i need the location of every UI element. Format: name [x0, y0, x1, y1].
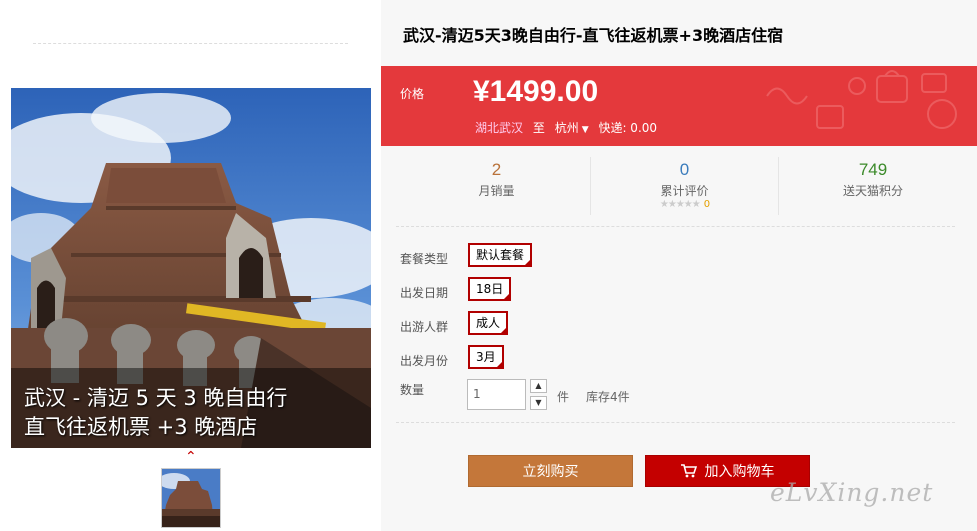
shipping-fee: 快递: 0.00	[598, 121, 658, 135]
price-label: 价格	[400, 87, 425, 101]
group-label: 出游人群	[400, 320, 449, 334]
star-icons: ★★★★★	[659, 199, 701, 210]
product-title: 武汉-清迈5天3晚自由行-直飞往返机票+3晚酒店住宿	[403, 26, 784, 45]
stock-count: 库存4件	[586, 390, 630, 404]
main-product-photo[interactable]: 武汉 - 清迈 5 天 3 晚自由行 直飞往返机票 +3 晚酒店	[11, 88, 371, 448]
chevron-up-icon[interactable]: ⌃	[185, 450, 197, 464]
quantity-decrease-icon[interactable]: ▼	[530, 396, 547, 410]
buy-now-button[interactable]: 立刻购买	[468, 455, 633, 487]
date-label: 出发日期	[400, 286, 449, 300]
package-label: 套餐类型	[400, 252, 449, 266]
points-count: 749	[858, 160, 888, 179]
rating-stars: ★★★★★ 0	[591, 199, 778, 210]
shipping-info: 湖北武汉 至 杭州 ▼ 快递: 0.00	[475, 119, 657, 136]
price-value: ¥1499.00	[473, 75, 599, 108]
divider	[396, 422, 955, 423]
caption-line-2: 直飞往返机票 +3 晚酒店	[24, 415, 258, 439]
price-background-pattern-icon	[766, 70, 957, 129]
quantity-increase-icon[interactable]: ▲	[530, 379, 547, 393]
add-to-cart-label: 加入购物车	[704, 464, 775, 480]
ship-from: 湖北武汉	[475, 121, 524, 135]
date-option-selected[interactable]: 18日	[468, 277, 512, 301]
month-option-selected[interactable]: 3月	[468, 345, 504, 369]
product-gallery: 武汉 - 清迈 5 天 3 晚自由行 直飞往返机票 +3 晚酒店 ⌃	[0, 0, 381, 531]
ship-to-word: 至	[532, 121, 545, 135]
stat-reviews[interactable]: 0 累计评价 ★★★★★ 0	[591, 157, 779, 215]
month-label: 出发月份	[400, 354, 449, 368]
stat-points: 749 送天猫积分	[779, 157, 967, 215]
quantity-input[interactable]: 1	[467, 379, 526, 410]
watermark-text: eLvXing.net	[770, 478, 934, 507]
price-box: 价格 ¥1499.00 湖北武汉 至 杭州 ▼ 快递: 0.00	[381, 66, 977, 146]
group-option-selected[interactable]: 成人	[468, 311, 509, 335]
quantity-unit: 件	[557, 390, 570, 404]
destination-city-select[interactable]: 杭州 ▼	[555, 119, 595, 136]
reviews-label: 累计评价	[660, 184, 709, 198]
package-option-selected[interactable]: 默认套餐	[468, 243, 533, 267]
divider	[396, 226, 955, 227]
thumbnail-image[interactable]	[161, 468, 221, 528]
divider	[33, 43, 348, 44]
cart-icon	[680, 463, 697, 477]
destination-city: 杭州	[554, 121, 579, 135]
review-score: 0	[703, 199, 710, 210]
monthly-sales-label: 月销量	[478, 184, 515, 198]
quantity-label: 数量	[400, 383, 425, 397]
temple-thumbnail-icon	[162, 469, 220, 527]
monthly-sales-count: 2	[491, 160, 502, 179]
chevron-down-icon: ▼	[581, 125, 589, 135]
reviews-count: 0	[679, 160, 690, 179]
caption-line-1: 武汉 - 清迈 5 天 3 晚自由行	[24, 386, 288, 410]
points-label: 送天猫积分	[842, 184, 903, 198]
stats-bar: 2 月销量 0 累计评价 ★★★★★ 0 749 送天猫积分	[403, 157, 968, 215]
product-detail-panel: 武汉-清迈5天3晚自由行-直飞往返机票+3晚酒店住宿 价格 ¥1499.00 湖…	[381, 0, 977, 531]
photo-caption: 武汉 - 清迈 5 天 3 晚自由行 直飞往返机票 +3 晚酒店	[24, 384, 287, 442]
stat-monthly-sales: 2 月销量	[403, 157, 591, 215]
